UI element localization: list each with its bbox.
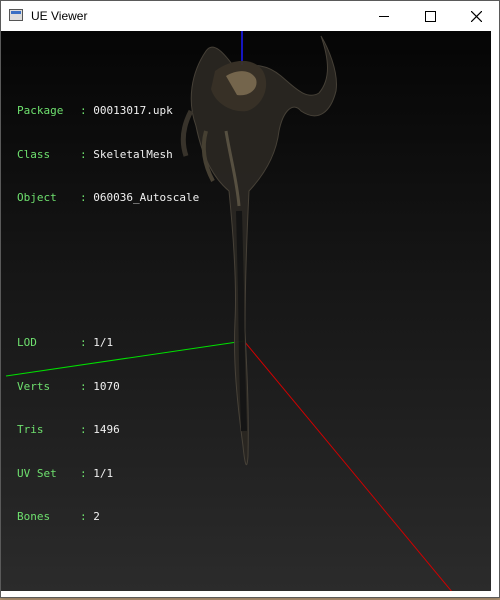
info-separator: : bbox=[80, 466, 94, 480]
info-separator: : bbox=[80, 510, 94, 523]
info-value: 1070 bbox=[93, 379, 120, 393]
info-value: 1496 bbox=[93, 423, 120, 436]
info-row-verts: Verts: 1070 bbox=[17, 380, 199, 395]
info-separator: : bbox=[80, 336, 94, 349]
info-label: Package bbox=[17, 104, 64, 117]
maximize-button[interactable] bbox=[407, 1, 453, 31]
info-row-lod: LOD: 1/1 bbox=[17, 336, 199, 351]
info-row-tris: Tris: 1496 bbox=[17, 423, 199, 438]
info-label: Tris bbox=[17, 423, 44, 436]
axis-x-line bbox=[243, 340, 452, 591]
info-row-class: Class: SkeletalMesh bbox=[17, 148, 199, 163]
info-label: Verts bbox=[17, 379, 51, 393]
minimize-icon bbox=[379, 15, 389, 17]
maximize-icon bbox=[424, 10, 436, 22]
mesh-model bbox=[180, 35, 337, 466]
app-icon bbox=[9, 9, 23, 21]
info-label: UV Set bbox=[17, 466, 57, 480]
info-row-uvset: UV Set: 1/1 bbox=[17, 467, 199, 482]
info-value: 1/1 bbox=[93, 336, 114, 349]
info-overlay: Package: 00013017.upk Class: SkeletalMes… bbox=[17, 46, 199, 583]
info-separator: : bbox=[80, 423, 94, 436]
info-value: 060036_Autoscale bbox=[93, 191, 200, 204]
info-label: LOD bbox=[17, 336, 37, 349]
info-separator: : bbox=[80, 104, 94, 117]
info-value: 1/1 bbox=[93, 466, 114, 480]
info-label: Bones bbox=[17, 510, 51, 523]
close-button[interactable] bbox=[453, 1, 499, 31]
info-label: Object bbox=[17, 191, 57, 204]
info-row-bones: Bones: 2 bbox=[17, 510, 199, 525]
info-label: Class bbox=[17, 147, 51, 161]
minimize-button[interactable] bbox=[361, 1, 407, 31]
info-separator: : bbox=[80, 147, 94, 161]
info-value: SkeletalMesh bbox=[93, 147, 173, 161]
object-info-block: Package: 00013017.upk Class: SkeletalMes… bbox=[17, 75, 199, 235]
title-bar[interactable]: UE Viewer bbox=[1, 1, 499, 31]
info-row-object: Object: 060036_Autoscale bbox=[17, 191, 199, 206]
info-row-package: Package: 00013017.upk bbox=[17, 104, 199, 119]
ue-viewer-window: UE Viewer Package: 00013017.upk Class: … bbox=[0, 0, 500, 598]
info-separator: : bbox=[80, 379, 94, 393]
info-value: 2 bbox=[93, 510, 100, 523]
window-title: UE Viewer bbox=[31, 9, 88, 23]
mesh-info-block: LOD: 1/1 Verts: 1070 Tris: 1496 UV Set: … bbox=[17, 307, 199, 554]
info-value: 00013017.upk bbox=[93, 104, 173, 117]
3d-viewport[interactable]: Package: 00013017.upk Class: SkeletalMes… bbox=[1, 31, 491, 591]
info-separator: : bbox=[80, 191, 94, 204]
close-icon bbox=[470, 10, 482, 22]
